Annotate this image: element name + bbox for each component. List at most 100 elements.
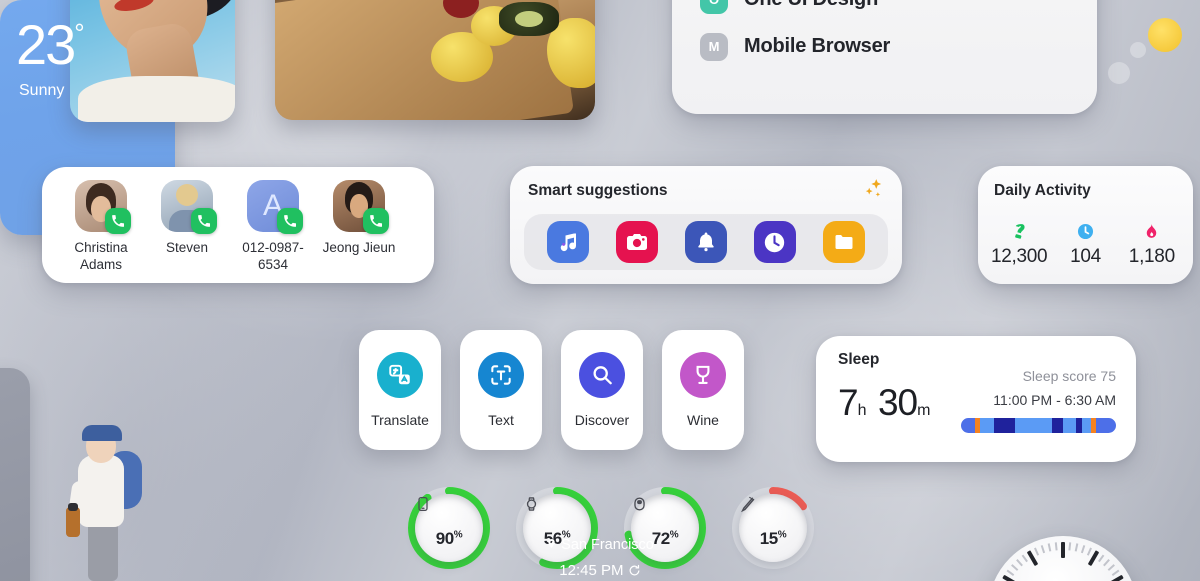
clock-tick — [1006, 569, 1015, 576]
phone-icon[interactable] — [363, 208, 389, 234]
text-scan-icon — [478, 352, 524, 398]
sleep-score: Sleep score 75 — [1022, 368, 1116, 384]
wine-glass-icon — [680, 352, 726, 398]
avatar — [161, 180, 217, 234]
sleep-stage-segment — [1052, 418, 1064, 433]
sleep-stage-segment — [1095, 418, 1116, 433]
avatar — [75, 180, 131, 234]
folder-icon[interactable] — [822, 221, 865, 263]
clock-tick — [1016, 559, 1023, 567]
sleep-card: Sleep 7h 30m Sleep score 75 11:00 PM - 6… — [816, 336, 1136, 462]
activity-metric-value: 12,300 — [991, 246, 1048, 267]
steps-icon — [986, 218, 1052, 244]
clock-tick — [1034, 547, 1040, 556]
music-note-icon[interactable] — [547, 221, 590, 263]
contact-name: Steven — [165, 240, 209, 255]
contact-name: Christina Adams — [74, 240, 128, 272]
clock-tick — [1107, 574, 1124, 581]
sparkle-icon — [860, 178, 886, 209]
sleep-stage-segment — [1081, 418, 1092, 433]
phone-icon[interactable] — [105, 208, 131, 234]
sleep-stage-bar — [961, 418, 1116, 433]
battery-gauge-earbuds[interactable]: 72% — [622, 485, 708, 571]
clock-tick — [1103, 559, 1110, 567]
weather-temperature: 23° — [16, 13, 85, 76]
contact-christina-adams[interactable]: Christina Adams — [58, 180, 144, 273]
portrait-photo-card[interactable] — [70, 0, 235, 122]
app-initial-badge: O — [700, 0, 728, 14]
active-time-icon — [1052, 218, 1118, 244]
suggestions-app-tray — [524, 214, 888, 270]
daily-activity-title: Daily Activity — [994, 182, 1091, 199]
clock-tick — [1047, 543, 1052, 552]
food-photo — [275, 0, 595, 120]
sleep-minutes-unit: m — [917, 402, 931, 419]
clock-tick — [1107, 564, 1115, 571]
quick-action-text[interactable]: Text — [460, 330, 542, 450]
bell-icon[interactable] — [684, 221, 727, 263]
calories-icon — [1119, 218, 1185, 244]
sleep-hours: 7 — [838, 382, 859, 423]
contact-phone-number[interactable]: A 012-0987-6534 — [230, 180, 316, 273]
clock-tick — [1086, 547, 1092, 556]
clock-tick — [1080, 545, 1086, 554]
sleep-stage-segment — [993, 418, 1016, 433]
clock-tick — [1068, 542, 1072, 551]
clock-tick — [1002, 574, 1019, 581]
avatar — [333, 180, 389, 234]
daily-activity-card: Daily Activity 12,300 104 1,180 — [978, 166, 1193, 284]
clock-tick — [1098, 554, 1105, 563]
activity-metric-calories[interactable]: 1,180 — [1119, 218, 1185, 268]
clock-tick — [1054, 542, 1058, 551]
avatar: A — [247, 180, 303, 234]
clock-tick — [1011, 564, 1019, 571]
sleep-time-range: 11:00 PM - 6:30 AM — [993, 392, 1116, 408]
sleep-stage-segment — [1063, 418, 1076, 433]
phone-icon[interactable] — [277, 208, 303, 234]
app-list-card: O One UI Design M Mobile Browser — [672, 0, 1097, 114]
sleep-stage-segment — [1015, 418, 1053, 433]
sleep-stage-segment — [961, 418, 975, 433]
translate-icon — [377, 352, 423, 398]
contact-steven[interactable]: Steven — [144, 180, 230, 273]
battery-gauge-spen[interactable]: 15% — [730, 485, 816, 571]
contact-jeong-jieun[interactable]: Jeong Jieun — [316, 180, 402, 273]
contact-name: 012-0987-6534 — [242, 240, 304, 272]
quick-action-wine[interactable]: Wine — [662, 330, 744, 450]
clock-tick — [1061, 542, 1065, 558]
quick-action-label: Text — [488, 412, 514, 428]
activity-metric-steps[interactable]: 12,300 — [986, 218, 1052, 268]
weather-condition: Sunny — [19, 82, 65, 99]
sleep-duration: 7h 30m — [838, 382, 930, 424]
activity-metric-value: 1,180 — [1128, 246, 1175, 267]
food-photo-card[interactable] — [275, 0, 595, 120]
clock-tick — [1021, 554, 1028, 563]
clock-icon[interactable] — [753, 221, 796, 263]
contact-name: Jeong Jieun — [322, 240, 396, 255]
search-icon — [579, 352, 625, 398]
battery-gauge-phone[interactable]: 90% — [406, 485, 492, 571]
clock-tick — [1111, 569, 1120, 576]
battery-gauge-watch[interactable]: 56% — [514, 485, 600, 571]
contacts-card: Christina Adams Steven A 012-0987-6534 J… — [42, 167, 434, 283]
sleep-hours-unit: h — [857, 402, 867, 419]
camera-icon[interactable] — [616, 221, 659, 263]
phone-icon[interactable] — [191, 208, 217, 234]
quick-action-translate[interactable]: Translate — [359, 330, 441, 450]
app-list-item-one-ui-design[interactable]: O One UI Design — [672, 0, 1097, 23]
app-list-item-label: One UI Design — [744, 0, 878, 11]
smart-suggestions-card: Smart suggestions — [510, 166, 902, 284]
smart-suggestions-title: Smart suggestions — [528, 182, 668, 199]
activity-metric-active-time[interactable]: 104 — [1052, 218, 1118, 268]
sleep-minutes: 30 — [877, 382, 918, 423]
quick-action-discover[interactable]: Discover — [561, 330, 643, 450]
activity-metric-value: 104 — [1070, 246, 1101, 267]
sleep-stage-segment — [979, 418, 994, 433]
app-list-item-mobile-browser[interactable]: M Mobile Browser — [672, 23, 1097, 70]
app-list-item-label: Mobile Browser — [744, 35, 891, 57]
app-initial-badge: M — [700, 32, 728, 61]
clock-tick — [1040, 545, 1046, 554]
clock-tick — [1074, 543, 1079, 552]
portrait-photo — [70, 0, 235, 122]
quick-action-label: Discover — [574, 412, 630, 428]
